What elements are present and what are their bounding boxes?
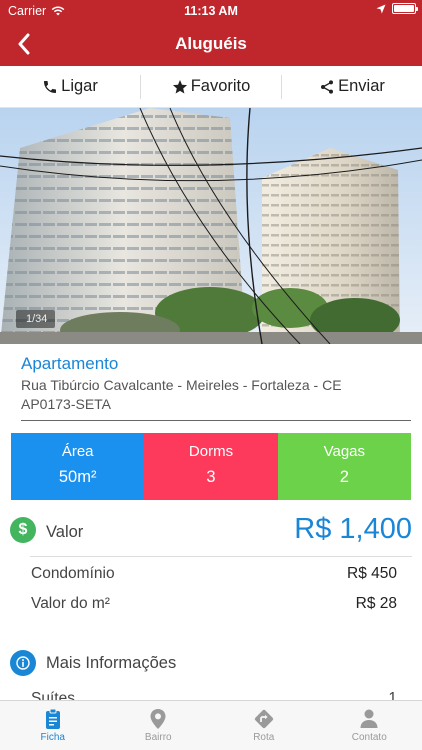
- call-label: Ligar: [61, 77, 98, 95]
- battery-icon: [392, 3, 418, 14]
- photo-gallery[interactable]: 1/34: [0, 108, 422, 344]
- clock: 11:13 AM: [184, 4, 238, 18]
- more-info-header[interactable]: Mais Informações: [10, 649, 410, 677]
- condominio-value: R$ 450: [347, 565, 397, 582]
- tab-bairro-label: Bairro: [144, 732, 172, 743]
- divider: [21, 420, 411, 421]
- property-type: Apartamento: [21, 354, 119, 373]
- stat-dorms-value: 3: [206, 468, 216, 486]
- stat-vagas: Vagas 2: [277, 433, 411, 500]
- price-label: Valor: [46, 523, 84, 541]
- favorite-label: Favorito: [190, 77, 251, 95]
- more-info-label: Mais Informações: [46, 653, 177, 672]
- divider: [30, 556, 412, 557]
- route-icon: [254, 709, 273, 729]
- stat-dorms: Dorms 3: [144, 433, 278, 500]
- price-row: $ Valor R$ 1,400: [10, 513, 412, 557]
- property-info: Apartamento Rua Tibúrcio Cavalcante - Me…: [21, 354, 413, 421]
- condominio-row: Condomínio R$ 450: [31, 565, 397, 583]
- tab-rota-label: Rota: [253, 732, 275, 743]
- share-button[interactable]: Enviar: [281, 74, 422, 99]
- star-icon: [172, 79, 187, 94]
- tab-ficha[interactable]: Ficha: [0, 701, 106, 750]
- stat-vagas-value: 2: [339, 468, 349, 486]
- person-icon: [360, 709, 378, 728]
- location-arrow-icon: [376, 4, 386, 13]
- tab-rota[interactable]: Rota: [211, 701, 317, 750]
- property-stats: Área 50m² Dorms 3 Vagas 2: [11, 433, 411, 500]
- tab-bairro[interactable]: Bairro: [106, 701, 212, 750]
- price-value: R$ 1,400: [294, 513, 412, 545]
- phone-icon: [44, 80, 57, 93]
- stat-area-label: Área: [61, 443, 94, 460]
- nav-bar: Aluguéis: [0, 22, 422, 66]
- tab-contato-label: Contato: [351, 732, 387, 743]
- gallery-counter: 1/34: [16, 310, 56, 328]
- price-per-m2-row: Valor do m² R$ 28: [31, 595, 397, 613]
- call-button[interactable]: Ligar: [0, 75, 140, 99]
- stat-dorms-label: Dorms: [188, 443, 234, 460]
- building-photo: [0, 108, 422, 344]
- property-address: Rua Tibúrcio Cavalcante - Meireles - For…: [21, 377, 342, 393]
- info-icon: [10, 650, 36, 676]
- price-per-m2-value: R$ 28: [355, 595, 397, 612]
- share-label: Enviar: [338, 77, 385, 95]
- map-pin-icon: [150, 709, 166, 729]
- stat-vagas-label: Vagas: [323, 443, 366, 460]
- property-code: AP0173-SETA: [21, 396, 112, 412]
- document-icon: [45, 708, 60, 729]
- status-bar: Carrier 11:13 AM: [0, 0, 422, 22]
- tab-contato[interactable]: Contato: [317, 701, 422, 750]
- page-title: Aluguéis: [175, 34, 247, 53]
- stat-area: Área 50m²: [11, 433, 145, 500]
- dollar-icon: $: [10, 517, 36, 543]
- price-per-m2-label: Valor do m²: [31, 595, 110, 612]
- favorite-button[interactable]: Favorito: [140, 74, 281, 99]
- share-icon: [321, 79, 334, 94]
- action-bar: Ligar Favorito Enviar: [0, 66, 422, 108]
- tab-ficha-label: Ficha: [40, 732, 65, 743]
- stat-area-value: 50m²: [58, 468, 97, 486]
- tab-bar: Ficha Bairro Rota Contato: [0, 700, 422, 750]
- condominio-label: Condomínio: [31, 565, 115, 582]
